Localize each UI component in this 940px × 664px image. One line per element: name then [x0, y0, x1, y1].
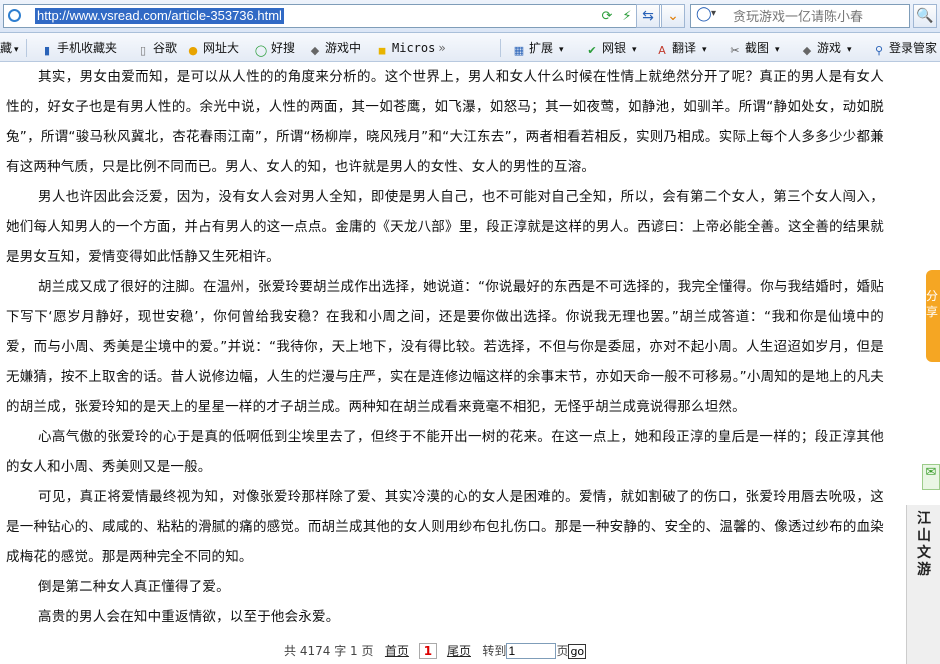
bookmark-label: 游戏 [817, 41, 842, 55]
search-button[interactable]: 🔍 [913, 4, 937, 28]
go-button[interactable]: go [568, 644, 587, 659]
article-paragraph: 可见，真正将爱情最终视为知，对像张爱玲那样除了爱、其实冷漠的心的女人是困难的。爱… [6, 489, 884, 565]
chevron-down-icon: ⌄ [667, 8, 679, 24]
more-chevron-icon: » [438, 41, 446, 55]
folder-icon: ■ [378, 44, 386, 57]
bookmark-item[interactable]: ◯ 好搜 [254, 40, 296, 57]
bookmark-label: Micros [392, 41, 436, 55]
chevron-down-icon[interactable]: ▾ [711, 8, 716, 19]
bookmark-label: 好搜 [271, 41, 296, 55]
current-page: 1 [418, 643, 438, 659]
history-dropdown-button[interactable]: ⌄ [661, 4, 685, 28]
chevron-down-icon: ▾ [702, 45, 707, 55]
page-icon: ▯ [139, 44, 147, 57]
jiangshan-label: 江山文游 [917, 511, 931, 578]
compat-mode-icon[interactable]: ⟳ [598, 8, 616, 26]
goto-label: 转到 [482, 644, 507, 658]
bookmark-label: 网银 [602, 41, 627, 55]
article-paragraph: 高贵的男人会在知中重返情欲，以至于他会永爱。 [38, 609, 340, 625]
page-suffix: 页 [556, 644, 569, 658]
bookmark-label: 扩展 [529, 41, 554, 55]
bookmarks-bar: 藏 ▾ ▮ 手机收藏夹 ▯ 谷歌 ● 网址大 ◯ 好搜 ◆ 游戏中 ■ Micros» ▦ 扩展… [0, 33, 940, 62]
bookmark-label: 网址大 [203, 41, 240, 55]
toolbar-games[interactable]: ◆ 游戏 ▾ [800, 40, 852, 57]
chevron-down-icon: ▾ [632, 45, 637, 55]
first-page-link[interactable]: 首页 [385, 644, 409, 658]
chevron-down-icon: ▾ [14, 45, 19, 55]
refresh-icon: ⇆ [642, 8, 654, 24]
bookmark-item[interactable]: ▮ 手机收藏夹 [40, 40, 118, 57]
pagination: 共 4174 字 1 页 首页 1 尾页 转到 页go [284, 642, 587, 659]
url-text[interactable]: http://www.vsread.com/article-353736.htm… [35, 8, 284, 24]
chevron-down-icon: ▾ [775, 45, 780, 55]
divider [500, 39, 501, 57]
extension-icon: ▦ [513, 44, 525, 57]
share-float-tab[interactable]: 分享 [926, 270, 940, 362]
speed-mode-icon[interactable]: ⚡ [618, 8, 636, 26]
word-count: 4174 [299, 644, 331, 658]
divider [26, 39, 27, 57]
shield-icon: ✔ [587, 44, 597, 57]
article-paragraph: 胡兰成又成了很好的注脚。在温州，张爱玲要胡兰成作出选择，她说道：“你说最好的东西… [6, 279, 884, 415]
article-paragraph: 其实，男女由爱而知，是可以从人性的的角度来分析的。这个世界上，男人和女人什么时候… [6, 69, 884, 175]
wechat-icon: ✉ [925, 465, 937, 480]
search-engine-icon[interactable]: ◯ [696, 6, 712, 22]
bookmark-item[interactable]: ■ Micros» [375, 40, 446, 57]
jiangshan-float-panel[interactable]: 江山文游 [906, 505, 940, 664]
share-tab-label: 分享 [926, 289, 939, 319]
key-icon: ⚲ [874, 44, 884, 57]
gamepad-icon: ◆ [310, 44, 320, 57]
address-field[interactable]: http://www.vsread.com/article-353736.htm… [3, 4, 685, 28]
article-paragraph: 男人也许因此会泛爱，因为，没有女人会对男人全知，即使是男人自己，也不可能对自己全… [6, 189, 884, 265]
article-paragraph: 心高气傲的张爱玲的心于是真的低啊低到尘埃里去了，但终于不能开出一树的花来。在这一… [6, 429, 884, 475]
article-content: 其实，男女由爱而知，是可以从人性的的角度来分析的。这个世界上，男人和女人什么时候… [0, 62, 908, 664]
refresh-button[interactable]: ⇆ [636, 4, 660, 28]
gamepad-icon: ◆ [802, 44, 812, 57]
goto-page-input[interactable] [506, 643, 557, 659]
pager-total-suffix: 字 1 页 [330, 644, 374, 658]
bookmark-label: 手机收藏夹 [57, 41, 118, 55]
bookmark-item[interactable]: ● 网址大 [186, 40, 240, 57]
chevron-down-icon: ▾ [559, 45, 564, 55]
phone-icon: ▮ [43, 44, 51, 57]
search-box[interactable]: ◯ ▾ [690, 4, 910, 28]
article-paragraph: 倒是第二种女人真正懂得了爱。 [38, 579, 230, 595]
bookmark-label: 登录管家 [889, 41, 938, 55]
toolbar-login-manager[interactable]: ⚲ 登录管家 [872, 40, 938, 57]
page-favicon-icon [8, 9, 21, 22]
toolbar-extension[interactable]: ▦ 扩展 ▾ [512, 40, 564, 57]
wechat-float-button[interactable]: ✉ [922, 464, 940, 490]
bookmark-label: 谷歌 [153, 41, 178, 55]
bookmark-item[interactable]: 藏 ▾ [0, 40, 19, 56]
translate-icon: A [658, 44, 666, 57]
globe-icon: ● [188, 44, 198, 57]
bookmark-item[interactable]: ◆ 游戏中 [308, 40, 362, 57]
bookmark-item[interactable]: ▯ 谷歌 [136, 40, 178, 57]
search-input[interactable] [731, 7, 909, 27]
toolbar-ebank[interactable]: ✔ 网银 ▾ [585, 40, 637, 57]
pager-total-prefix: 共 [284, 644, 300, 658]
toolbar-translate[interactable]: A 翻译 ▾ [655, 40, 707, 57]
scissors-icon: ✂ [730, 44, 740, 57]
bookmark-label: 截图 [745, 41, 770, 55]
bookmark-label: 游戏中 [325, 41, 362, 55]
toolbar-screenshot[interactable]: ✂ 截图 ▾ [728, 40, 780, 57]
search-icon: 🔍 [916, 8, 934, 24]
bookmark-label: 藏 [0, 41, 13, 55]
search-ring-icon: ◯ [254, 44, 268, 57]
last-page-link[interactable]: 尾页 [447, 644, 471, 658]
bookmark-label: 翻译 [672, 41, 697, 55]
address-toolbar: http://www.vsread.com/article-353736.htm… [0, 0, 940, 33]
chevron-down-icon: ▾ [847, 45, 852, 55]
